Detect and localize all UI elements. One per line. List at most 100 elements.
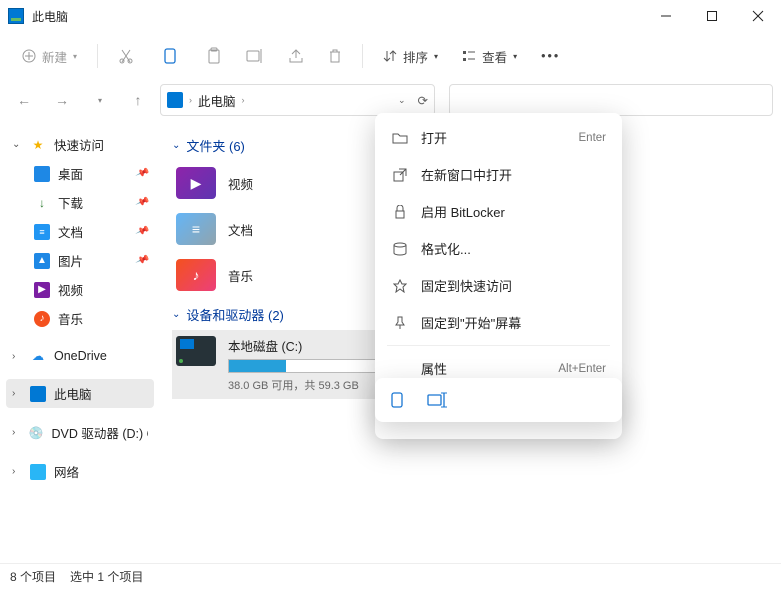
delete-button[interactable] bbox=[318, 42, 352, 70]
pictures-icon: ▲ bbox=[34, 253, 50, 269]
sidebar-item-thispc[interactable]: › 此电脑 bbox=[6, 379, 154, 408]
star-icon: ★ bbox=[30, 137, 46, 153]
sidebar-item-label: 网络 bbox=[54, 462, 79, 481]
sidebar-item-downloads[interactable]: ↓ 下载 📌 bbox=[6, 188, 154, 217]
music-folder-icon: ♪ bbox=[176, 259, 216, 291]
sidebar-item-label: DVD 驱动器 (D:) CP bbox=[52, 423, 148, 442]
star-outline-icon bbox=[391, 277, 409, 295]
more-button[interactable]: ••• bbox=[531, 43, 570, 69]
sort-button[interactable]: 排序 ▾ bbox=[373, 41, 448, 72]
refresh-icon[interactable]: ⟳ bbox=[418, 93, 428, 108]
ctx-accel: Alt+Enter bbox=[558, 363, 606, 375]
blank-icon bbox=[391, 360, 409, 378]
sidebar-item-network[interactable]: › 网络 bbox=[6, 457, 154, 486]
copy-button[interactable] bbox=[148, 41, 192, 71]
breadcrumb-chevron: › bbox=[189, 95, 192, 105]
thispc-icon bbox=[167, 92, 183, 108]
ctx-label: 属性 bbox=[421, 359, 546, 378]
sidebar-item-pictures[interactable]: ▲ 图片 📌 bbox=[6, 246, 154, 275]
sidebar-item-label: 文档 bbox=[58, 222, 83, 241]
sidebar-item-label: 下载 bbox=[58, 193, 83, 212]
ctx-pin-start[interactable]: 固定到"开始"屏幕 bbox=[381, 304, 616, 341]
rename-button[interactable] bbox=[236, 42, 274, 70]
sidebar-item-desktop[interactable]: 桌面 📌 bbox=[6, 159, 154, 188]
sidebar-item-label: 图片 bbox=[58, 251, 83, 270]
lock-icon bbox=[391, 203, 409, 221]
ctx-format[interactable]: 格式化... bbox=[381, 230, 616, 267]
documents-folder-icon: ≡ bbox=[176, 213, 216, 245]
chevron-down-icon: ⌄ bbox=[12, 139, 22, 150]
ctx-bitlocker[interactable]: 启用 BitLocker bbox=[381, 193, 616, 230]
sidebar-item-documents[interactable]: ≡ 文档 📌 bbox=[6, 217, 154, 246]
separator bbox=[97, 44, 98, 68]
folder-open-icon bbox=[391, 129, 409, 147]
section-label: 文件夹 (6) bbox=[186, 136, 245, 155]
address-bar[interactable]: › 此电脑 › ⌄ ⟳ bbox=[160, 84, 435, 116]
chevron-down-icon: ⌄ bbox=[172, 140, 180, 151]
titlebar: 此电脑 bbox=[0, 0, 781, 32]
disc-icon: 💿 bbox=[29, 425, 44, 441]
rename-button[interactable] bbox=[427, 390, 447, 410]
ctx-accel: Enter bbox=[579, 132, 607, 144]
ctx-open-new-window[interactable]: 在新窗口中打开 bbox=[381, 156, 616, 193]
chevron-down-icon: ▾ bbox=[73, 52, 77, 61]
sidebar-item-quick-access[interactable]: ⌄ ★ 快速访问 bbox=[6, 130, 154, 159]
back-button[interactable]: ← bbox=[8, 84, 40, 116]
cut-button[interactable] bbox=[108, 42, 144, 70]
drive-subtext: 38.0 GB 可用，共 59.3 GB bbox=[228, 377, 388, 393]
sidebar-item-label: OneDrive bbox=[54, 349, 107, 363]
sidebar-item-music[interactable]: ♪ 音乐 bbox=[6, 304, 154, 333]
ctx-pin-quick[interactable]: 固定到快速访问 bbox=[381, 267, 616, 304]
desktop-icon bbox=[34, 166, 50, 182]
maximize-button[interactable] bbox=[689, 0, 735, 32]
sidebar-item-dvd[interactable]: › 💿 DVD 驱动器 (D:) CP bbox=[6, 418, 154, 447]
videos-icon: ▶ bbox=[34, 282, 50, 298]
share-button[interactable] bbox=[278, 42, 314, 70]
sidebar-item-label: 快速访问 bbox=[54, 135, 104, 154]
chevron-down-icon: ⌄ bbox=[172, 309, 180, 320]
chevron-right-icon: › bbox=[12, 351, 22, 362]
cloud-icon: ☁ bbox=[30, 348, 46, 364]
minimize-button[interactable] bbox=[643, 0, 689, 32]
status-item-count: 8 个项目 bbox=[10, 568, 56, 585]
search-input[interactable] bbox=[449, 84, 773, 116]
chevron-down-icon: ▾ bbox=[513, 52, 517, 61]
folder-label: 文档 bbox=[228, 220, 253, 239]
chevron-right-icon: › bbox=[12, 466, 22, 477]
separator bbox=[362, 44, 363, 68]
status-selected: 选中 1 个项目 bbox=[70, 568, 143, 585]
sidebar-item-label: 桌面 bbox=[58, 164, 83, 183]
ctx-open[interactable]: 打开 Enter bbox=[381, 119, 616, 156]
chevron-right-icon: › bbox=[12, 427, 21, 438]
recent-button[interactable]: ▾ bbox=[84, 84, 116, 116]
breadcrumb-root[interactable]: 此电脑 bbox=[198, 91, 236, 110]
pin-icon: 📌 bbox=[134, 166, 149, 181]
paste-button[interactable] bbox=[196, 41, 232, 71]
close-button[interactable] bbox=[735, 0, 781, 32]
forward-button[interactable]: → bbox=[46, 84, 78, 116]
chevron-down-icon[interactable]: ⌄ bbox=[398, 95, 406, 106]
ctx-label: 打开 bbox=[421, 128, 567, 147]
ctx-label: 格式化... bbox=[421, 239, 606, 258]
ctx-label: 固定到"开始"屏幕 bbox=[421, 313, 606, 332]
breadcrumb-chevron: › bbox=[242, 95, 245, 105]
thispc-icon bbox=[8, 8, 24, 24]
disk-icon bbox=[391, 240, 409, 258]
copy-button[interactable] bbox=[387, 390, 407, 410]
thispc-icon bbox=[30, 386, 46, 402]
download-icon: ↓ bbox=[34, 195, 50, 211]
document-icon: ≡ bbox=[34, 224, 50, 240]
sidebar-item-videos[interactable]: ▶ 视频 bbox=[6, 275, 154, 304]
new-label: 新建 bbox=[42, 47, 67, 66]
window-title: 此电脑 bbox=[32, 8, 643, 25]
chevron-down-icon: ▾ bbox=[434, 52, 438, 61]
folder-label: 视频 bbox=[228, 174, 253, 193]
mini-toolbar bbox=[375, 378, 622, 422]
new-button[interactable]: 新建 ▾ bbox=[12, 41, 87, 72]
sort-label: 排序 bbox=[403, 47, 428, 66]
up-button[interactable]: ↑ bbox=[122, 84, 154, 116]
pin-icon: 📌 bbox=[134, 224, 149, 239]
view-button[interactable]: 查看 ▾ bbox=[452, 41, 527, 72]
section-label: 设备和驱动器 (2) bbox=[186, 305, 284, 324]
sidebar-item-onedrive[interactable]: › ☁ OneDrive bbox=[6, 343, 154, 369]
